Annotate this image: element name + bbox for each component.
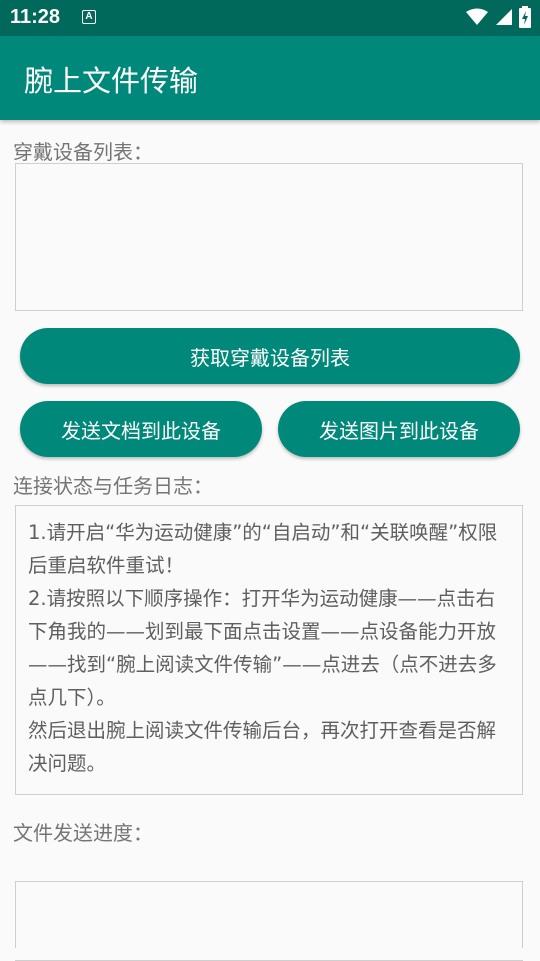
get-device-list-button[interactable]: 获取穿戴设备列表 — [20, 328, 520, 384]
cell-signal-icon — [495, 9, 512, 25]
notification-icon: A — [82, 10, 96, 24]
log-area[interactable]: 1.请开启“华为运动健康”的“自启动”和“关联唤醒”权限后重启软件重试！ 2.请… — [15, 505, 523, 795]
status-bar: 11:28 A — [0, 0, 540, 36]
app-title: 腕上文件传输 — [24, 64, 199, 98]
log-label: 连接状态与任务日志： — [13, 474, 213, 498]
log-line: 1.请开启“华为运动健康”的“自启动”和“关联唤醒”权限后重启软件重试！ — [28, 521, 498, 577]
app-bar: 腕上文件传输 — [0, 36, 540, 120]
device-list-label: 穿戴设备列表： — [13, 140, 153, 164]
bottom-edge — [0, 948, 540, 960]
status-time: 11:28 — [10, 6, 61, 28]
progress-label: 文件发送进度： — [13, 821, 153, 845]
battery-icon — [519, 6, 531, 28]
wifi-icon — [465, 8, 488, 25]
log-line: 2.请按照以下顺序操作：打开华为运动健康——点击右下角我的——划到最下面点击设置… — [28, 587, 497, 709]
log-line: 然后退出腕上阅读文件传输后台，再次打开查看是否解决问题。 — [28, 719, 497, 775]
device-list[interactable] — [15, 163, 523, 311]
status-icons — [465, 6, 532, 30]
send-image-button[interactable]: 发送图片到此设备 — [278, 401, 520, 457]
send-document-button[interactable]: 发送文档到此设备 — [20, 401, 262, 457]
